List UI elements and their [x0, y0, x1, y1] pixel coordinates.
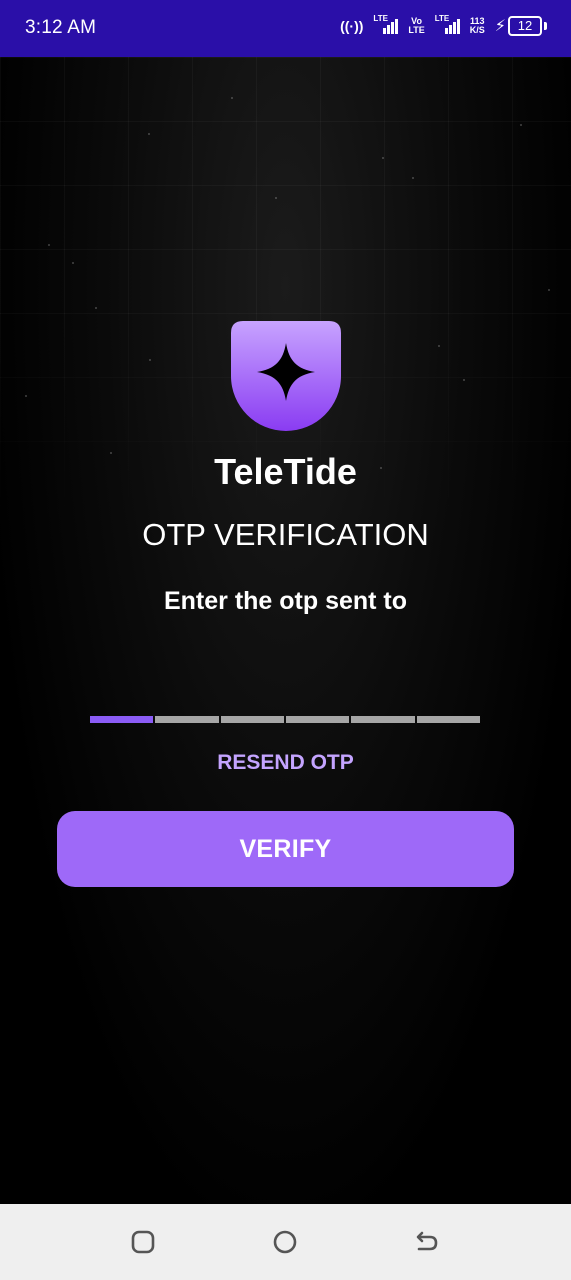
otp-instruction: Enter the otp sent to: [163, 587, 408, 615]
recents-icon[interactable]: [131, 1230, 155, 1254]
app-name: TeleTide: [214, 451, 357, 492]
background-star: [95, 307, 97, 309]
battery-indicator: ⚡ 12: [495, 16, 547, 36]
status-time: 3:12 AM: [25, 17, 97, 38]
network-speed: 113 K/S: [469, 16, 485, 35]
status-bar: 3:12 AM ((·)) LTE Vo LTE LTE 113 K/S ⚡ 12: [0, 0, 571, 57]
volte-icon: Vo LTE: [408, 16, 425, 35]
verify-button[interactable]: VERIFY: [57, 811, 514, 887]
background-star: [72, 262, 74, 264]
charging-icon: ⚡: [494, 18, 506, 35]
background-star: [148, 133, 150, 135]
otp-digit-6[interactable]: [416, 716, 480, 723]
status-icons: ((·)) LTE Vo LTE LTE 113 K/S ⚡ 12: [340, 14, 547, 36]
background-star: [48, 244, 50, 246]
signal-icon: LTE: [373, 14, 399, 34]
background-star: [412, 177, 414, 179]
background-star: [438, 345, 440, 347]
background-star: [548, 289, 550, 291]
home-icon[interactable]: [273, 1230, 297, 1254]
otp-digit-5[interactable]: [351, 716, 415, 723]
page-title: OTP VERIFICATION: [142, 517, 429, 552]
background-star: [520, 124, 522, 126]
otp-digit-3[interactable]: [220, 716, 284, 723]
background-star: [275, 197, 277, 199]
otp-digit-1[interactable]: [90, 716, 154, 723]
battery-icon: 12: [508, 16, 542, 36]
background-star: [149, 359, 151, 361]
signal-icon: LTE: [435, 14, 460, 34]
otp-digit-2[interactable]: [155, 716, 219, 723]
otp-screen: TeleTide OTP VERIFICATION Enter the otp …: [0, 57, 571, 1204]
resend-otp-link[interactable]: RESEND OTP: [0, 751, 571, 775]
background-star: [382, 157, 384, 159]
background-star: [231, 97, 233, 99]
background-star: [463, 379, 465, 381]
otp-digit-4[interactable]: [285, 716, 350, 723]
background-star: [25, 395, 27, 397]
back-icon[interactable]: [415, 1230, 439, 1254]
app-logo-icon: [231, 321, 341, 431]
otp-input-group: [90, 716, 480, 724]
system-nav-bar: [0, 1204, 571, 1280]
hotspot-icon: ((·)): [340, 18, 364, 34]
